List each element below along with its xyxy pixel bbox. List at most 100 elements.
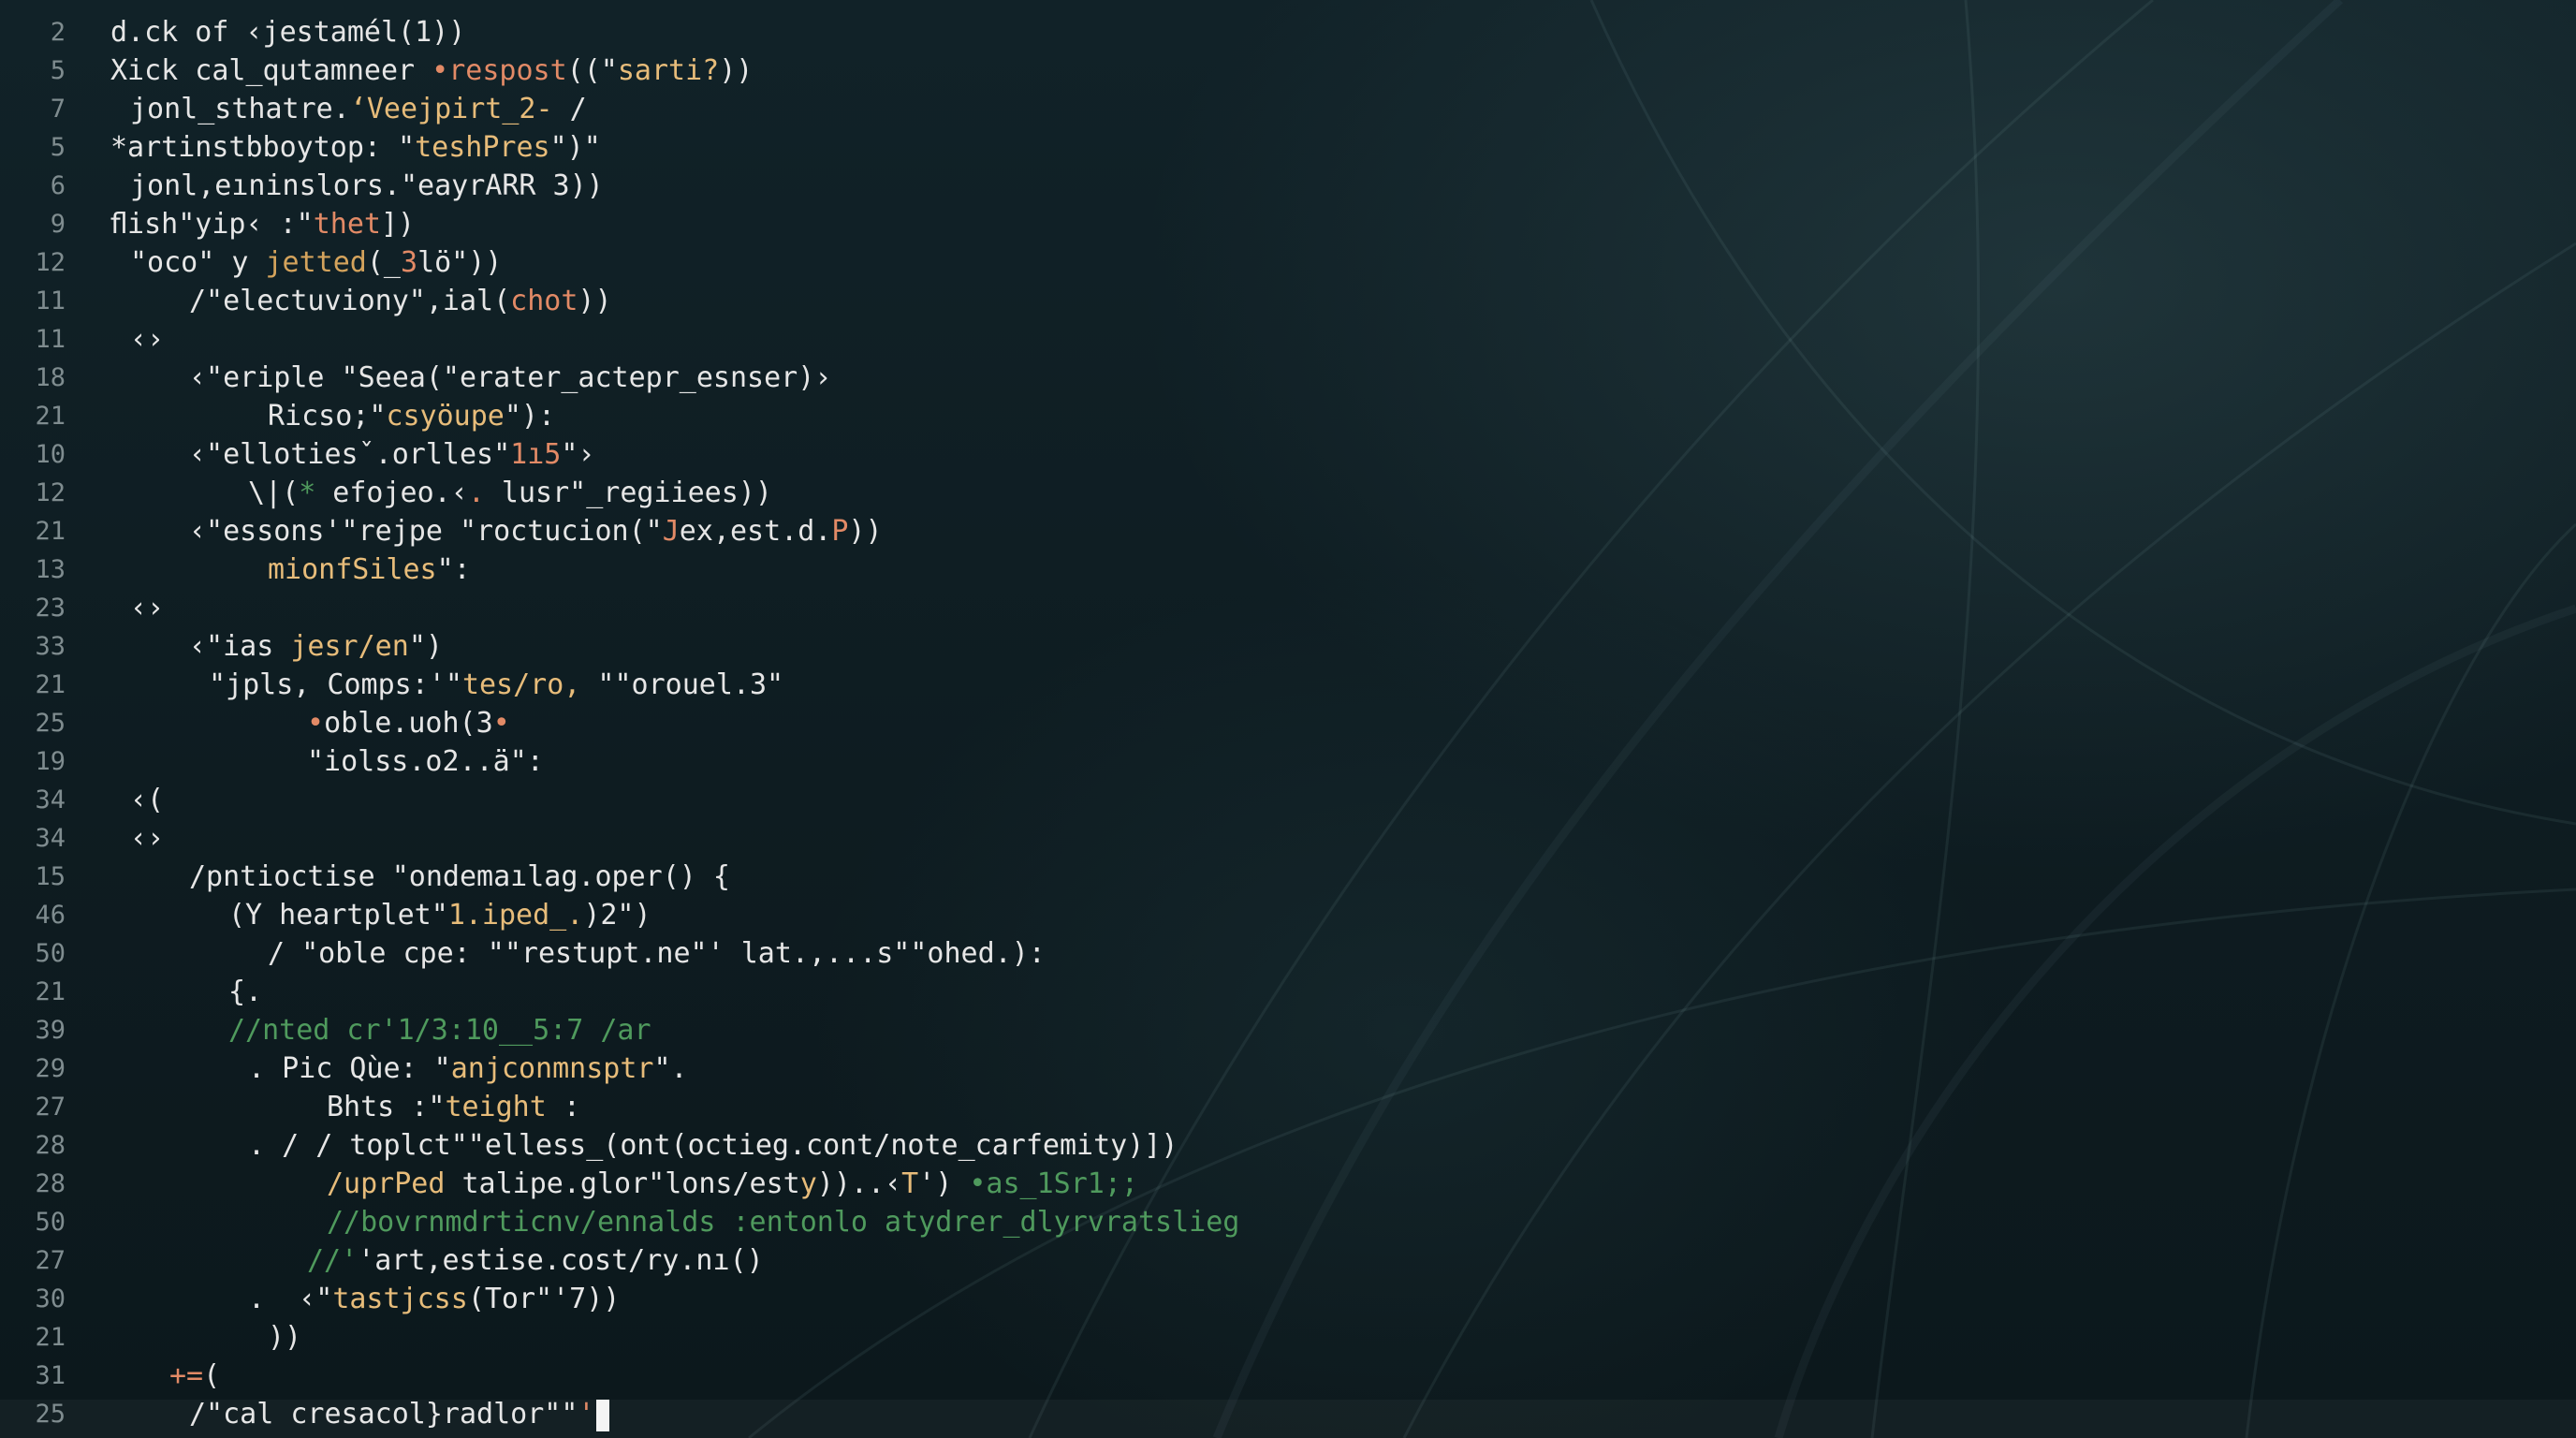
line-number: 19 (35, 747, 66, 776)
code-line[interactable]: \|(* efojeo.‹. lusr"_regiiees)) (248, 474, 772, 512)
code-line[interactable]: ‹( (130, 781, 164, 819)
line-number: 10 (35, 440, 66, 469)
code-line[interactable]: /"electuviony",ial(chot)) (189, 282, 612, 320)
line-number-gutter: 2 5 7 5 6 9 12 11 11 18 21 10 12 21 13 23 33 21 25 19 34 34 15… (0, 0, 90, 1438)
code-token: //bovrnmdrticnv/ennalds :entonlo atydrer… (327, 1206, 1240, 1239)
line-number: 11 (35, 325, 66, 354)
line-number: 15 (35, 862, 66, 891)
code-line[interactable]: {. (228, 973, 262, 1011)
text-cursor (596, 1399, 610, 1431)
code-line[interactable]: ‹› (130, 819, 164, 858)
code-line[interactable]: mionfSiles": (268, 550, 471, 589)
code-line[interactable]: ﬂish"yip‹ :"thet]) (110, 205, 415, 243)
code-token: ex,est.d. (679, 515, 832, 548)
code-token: ‹› (130, 323, 165, 356)
code-line[interactable]: //nted cr'1/3:10__5:7 /ar (228, 1011, 651, 1049)
line-number: 39 (35, 1016, 66, 1045)
code-line[interactable]: +=( (169, 1357, 220, 1395)
code-line[interactable]: "oco" y jetted(_3lö")) (130, 243, 502, 282)
code-token: )) (268, 1321, 302, 1354)
code-token: J (662, 515, 680, 548)
code-token: P (831, 515, 849, 548)
code-line[interactable]: //''art,estise.cost/ry.nı() (307, 1241, 764, 1280)
code-token: • (492, 707, 510, 740)
code-line[interactable]: /"cal cresacol}radlor""' (189, 1395, 610, 1433)
code-token: lö")) (417, 246, 503, 279)
code-token: \|( (248, 477, 300, 509)
code-token: ": (436, 553, 471, 586)
line-number: 46 (35, 901, 66, 930)
code-token: "› (561, 438, 595, 471)
code-token: ‹"ellotiesˇ.orlles" (189, 438, 511, 471)
line-number: 12 (35, 478, 66, 507)
code-token: teight (445, 1091, 547, 1123)
line-number: 27 (35, 1093, 66, 1122)
code-token: "oco" y (130, 246, 266, 279)
code-line[interactable]: jonl,eıninslors."eayrARR 3)) (130, 167, 604, 205)
code-line[interactable]: /uprPed talipe.glor"lons/esty))..‹T') •a… (327, 1165, 1138, 1203)
code-token: csyöupe (386, 400, 505, 433)
code-token: ")" (549, 131, 601, 164)
code-token: ﬂish"yip‹ :" (110, 208, 314, 241)
code-token: )) (719, 54, 754, 87)
code-line[interactable]: ‹"eriple "Seea("erater_actepr_esnser)› (189, 359, 831, 397)
code-token: . ‹" (248, 1283, 333, 1315)
code-token: jesr/en (290, 630, 409, 663)
code-line[interactable]: //bovrnmdrticnv/ennalds :entonlo atydrer… (327, 1203, 1239, 1241)
code-line[interactable]: ‹"ellotiesˇ.orlles"1ı5"› (189, 435, 594, 474)
line-number: 6 (50, 171, 66, 200)
code-line[interactable]: . / / toplct""elless_(ont(octieg.cont/no… (248, 1126, 1178, 1165)
code-token: (Tor"'7)) (467, 1283, 621, 1315)
code-line[interactable]: / "oble cpe: ""restupt.ne"' lat.,...s""o… (268, 934, 1046, 973)
code-line[interactable]: ‹› (130, 320, 164, 359)
code-token: teshPres (415, 131, 550, 164)
code-line[interactable]: )) (268, 1318, 301, 1357)
line-number: 2 (50, 18, 66, 47)
code-line[interactable]: Xick cal_qutamneer •respost(("sarti?)) (110, 51, 753, 90)
code-token: Xick cal_qutamneer (110, 54, 432, 87)
code-token: (_ (366, 246, 401, 279)
code-line[interactable]: *artinstbboytop: "teshPres")" (110, 128, 601, 167)
line-number: 28 (35, 1169, 66, 1198)
code-line[interactable]: "iolss.o2..ä": (307, 742, 544, 781)
line-number: 28 (35, 1131, 66, 1160)
code-line[interactable]: (Y heartplet"1.iped_.)2") (228, 896, 651, 934)
code-token: ‹"ias (189, 630, 291, 663)
code-token: ((" (566, 54, 618, 87)
code-token: += (169, 1359, 204, 1392)
code-line[interactable]: jonl_sthatre.‘Veejpirt_2- / (130, 90, 587, 128)
line-number: 21 (35, 1323, 66, 1352)
code-token: y (799, 1167, 817, 1200)
code-token: )) (578, 285, 612, 317)
code-token: * (299, 477, 316, 509)
code-line[interactable]: ‹"essons'"rejpe "roctucion("Jex,est.d.P)… (189, 512, 883, 550)
code-editor[interactable]: 2 5 7 5 6 9 12 11 11 18 21 10 12 21 13 23 33 21 25 19 34 34 15… (0, 0, 2576, 1438)
line-number: 34 (35, 785, 66, 814)
code-token: 3 (401, 246, 418, 279)
code-line[interactable]: /pntioctise "ondemaılag.oper() { (189, 858, 730, 896)
line-number: 27 (35, 1246, 66, 1275)
code-line[interactable]: . ‹"tastjcss(Tor"'7)) (248, 1280, 620, 1318)
code-token: . / / toplct""elless_(ont(octieg.cont/no… (248, 1129, 1178, 1162)
code-line[interactable]: "jpls, Comps:'"tes/ro, ""orouel.3" (209, 666, 783, 704)
code-line[interactable]: . Pic Qùe: "anjconmnsptr". (248, 1049, 688, 1088)
code-token: lusr"_regiiees)) (484, 477, 772, 509)
line-number: 7 (50, 95, 66, 124)
code-token: tastjcss (332, 1283, 468, 1315)
code-token: )2") (583, 899, 651, 932)
line-number: 9 (50, 210, 66, 239)
code-token: ' (578, 1398, 595, 1431)
line-number: 21 (35, 402, 66, 431)
code-token: . Pic Qùe: " (248, 1052, 451, 1085)
code-token: jetted (265, 246, 367, 279)
code-token: ‹› (130, 592, 165, 624)
code-line[interactable]: d.ck of ‹jestamél(1)) (110, 13, 465, 51)
code-area[interactable]: d.ck of ‹jestamél(1)) Xick cal_qutamneer … (110, 0, 2544, 1438)
code-line[interactable]: ‹› (130, 589, 164, 627)
code-line[interactable]: •oble.uoh(3• (307, 704, 510, 742)
line-number: 12 (35, 248, 66, 277)
code-token: ". (653, 1052, 688, 1085)
code-line[interactable]: Ricso;"csyöupe"): (268, 397, 555, 435)
code-line[interactable]: Bhts :"teight : (327, 1088, 580, 1126)
code-line[interactable]: ‹"ias jesr/en") (189, 627, 443, 666)
